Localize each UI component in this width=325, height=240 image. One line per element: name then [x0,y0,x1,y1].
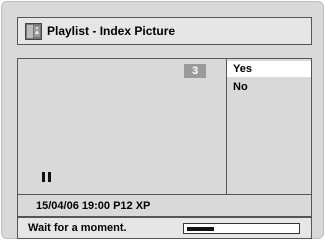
video-preview: 3 [18,59,227,194]
screen: Playlist - Index Picture 3 Yes No 15/04/… [1,1,324,239]
main-panel: 3 Yes No [17,58,312,195]
pause-icon [42,172,52,182]
status-bar: Wait for a moment. [17,217,312,239]
status-message: Wait for a moment. [28,222,127,234]
progress-bar [183,223,300,234]
menu-item-yes[interactable]: Yes [227,61,311,77]
menu-item-no[interactable]: No [227,79,311,95]
index-picture-icon [25,22,42,40]
progress-fill [187,227,214,231]
recording-info: 15/04/06 19:00 P12 XP [17,195,312,217]
confirm-menu: Yes No [227,59,311,194]
page-title: Playlist - Index Picture [47,24,176,38]
index-number-badge: 3 [184,64,206,78]
title-bar: Playlist - Index Picture [17,17,312,45]
